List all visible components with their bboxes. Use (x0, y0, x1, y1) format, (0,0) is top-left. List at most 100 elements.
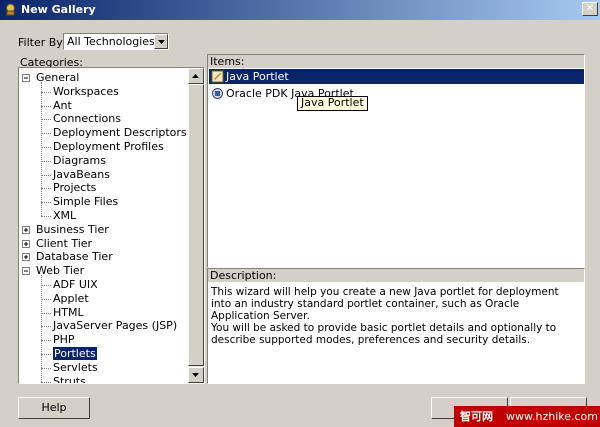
tree-connector (41, 174, 51, 176)
tree-connector (41, 367, 51, 369)
title-bar[interactable]: New Gallery ✕ (0, 0, 600, 20)
tree-connector (41, 82, 42, 216)
tree-item-label: Business Tier (36, 222, 109, 236)
tree-connector (41, 326, 51, 328)
tree-item-label: HTML (53, 305, 84, 319)
scroll-thumb[interactable] (188, 84, 204, 366)
watermark-url: www.hzhike.com (506, 410, 598, 423)
tree-item[interactable]: Applet (53, 292, 89, 305)
tree-connector (41, 188, 51, 190)
tree-item-label: Simple Files (53, 195, 119, 209)
tree-item[interactable]: Business Tier (36, 223, 109, 236)
tree-item[interactable]: JavaBeans (53, 168, 110, 181)
help-button[interactable]: Help (18, 397, 90, 419)
tree-item-label: ADF UIX (53, 278, 98, 291)
tree-item-label: PHP (53, 333, 75, 347)
tree-item[interactable]: Deployment Descriptors (53, 126, 187, 139)
watermark-brand: 智可网 (460, 410, 493, 423)
tree-item-label: Deployment Profiles (53, 140, 164, 153)
tree-item[interactable]: XML (53, 209, 76, 222)
tree-item-label: Applet (53, 291, 89, 305)
tree-item[interactable]: Servlets (53, 361, 98, 374)
help-label: Help (41, 401, 67, 414)
list-item-java-portlet[interactable]: Java Portlet (209, 69, 584, 84)
tree-item[interactable]: General (36, 71, 79, 84)
collapse-icon[interactable] (22, 74, 30, 82)
tree-item-label: XML (53, 209, 77, 222)
tree-item[interactable]: Simple Files (53, 195, 118, 208)
tree-item[interactable]: Portlets (53, 347, 97, 360)
tree-item[interactable]: JavaServer Pages (JSP) (53, 319, 177, 332)
tree-connector (41, 275, 42, 382)
tree-connector (41, 216, 51, 217)
chevron-down-icon (158, 40, 165, 44)
tree-item-label: Database Tier (36, 250, 113, 264)
tree-item[interactable]: Web Tier (36, 264, 84, 277)
tree-item-label: Diagrams (53, 153, 106, 167)
tooltip: Java Portlet (297, 96, 368, 111)
tree-connector (41, 105, 51, 107)
tree-item[interactable]: Ant (53, 99, 72, 112)
arrow-down-icon (192, 373, 199, 377)
tree-item[interactable]: Client Tier (36, 237, 92, 250)
filter-value: All Technologies (67, 35, 155, 48)
expand-icon[interactable] (22, 253, 30, 262)
scroll-down-button[interactable] (188, 367, 204, 383)
close-icon: ✕ (585, 3, 595, 14)
tree-item-label: Portlets (53, 347, 97, 360)
tree-item[interactable]: Diagrams (53, 154, 106, 167)
watermark-banner: 智可网 www.hzhike.com (454, 406, 600, 427)
arrow-up-icon (192, 74, 199, 78)
tree-connector (41, 312, 51, 314)
tree-item-label: JavaBeans (53, 167, 110, 181)
tree-connector (41, 285, 51, 286)
close-button[interactable]: ✕ (582, 2, 598, 16)
tree-item[interactable]: Deployment Profiles (53, 140, 164, 153)
tree-connector (41, 381, 51, 383)
java-portlet-icon (211, 70, 224, 83)
vertical-scrollbar[interactable] (188, 68, 204, 383)
tree-item-label: Projects (53, 181, 97, 195)
tree-item-label: General (36, 71, 80, 84)
description-header: Description: (208, 269, 584, 282)
categories-tree[interactable]: General Workspaces Ant Connections Deploymen… (18, 67, 205, 384)
tree-connector (41, 354, 51, 355)
scroll-up-button[interactable] (188, 68, 204, 84)
dropdown-arrow-button[interactable] (154, 34, 168, 49)
description-paragraph: This wizard will help you create a new J… (211, 286, 559, 322)
tree-item-label: Connections (53, 112, 121, 126)
tree-connector (41, 202, 51, 204)
tree-item[interactable]: Database Tier (36, 250, 113, 263)
expand-icon[interactable] (22, 225, 30, 234)
tree-item[interactable]: Projects (53, 181, 96, 194)
filter-label: Filter By: (18, 36, 66, 49)
window-title: New Gallery (21, 3, 96, 16)
filter-dropdown[interactable]: All Technologies (63, 33, 169, 50)
tree-item[interactable]: PHP (53, 333, 75, 346)
expand-icon[interactable] (22, 239, 30, 248)
tree-item[interactable]: Workspaces (53, 85, 119, 98)
tree-item[interactable]: HTML (53, 306, 84, 319)
tree-item[interactable]: ADF UIX (53, 278, 98, 291)
tree-connector (41, 298, 51, 300)
items-list[interactable]: Items: Java Portlet Oracle PDK Java Port… (207, 54, 585, 268)
description-panel: Description: This wizard will help you c… (207, 268, 585, 384)
tree-item-label: JavaServer Pages (JSP) (53, 319, 178, 333)
tree-item-label: Servlets (53, 360, 98, 374)
tree-connector (41, 160, 51, 162)
tree-connector (41, 91, 51, 93)
tree-item-label: Client Tier (36, 236, 93, 250)
item-label: Java Portlet (226, 70, 289, 83)
tree-item[interactable]: Connections (53, 112, 121, 125)
description-paragraph: You will be asked to provide basic portl… (211, 322, 557, 346)
tree-item-label: Deployment Descriptors (53, 126, 187, 140)
oracle-pdk-portlet-icon (212, 88, 223, 99)
tree-item-label: Workspaces (53, 84, 119, 98)
tree-item[interactable]: Struts (53, 375, 86, 383)
tree-item-label: Ant (53, 98, 72, 112)
tree-connector (41, 119, 51, 121)
collapse-icon[interactable] (22, 267, 30, 276)
tree-item-label: Web Tier (36, 264, 85, 278)
gallery-icon (6, 3, 15, 16)
list-item-oracle-pdk-java-portlet[interactable]: Oracle PDK Java Portlet (209, 86, 584, 101)
